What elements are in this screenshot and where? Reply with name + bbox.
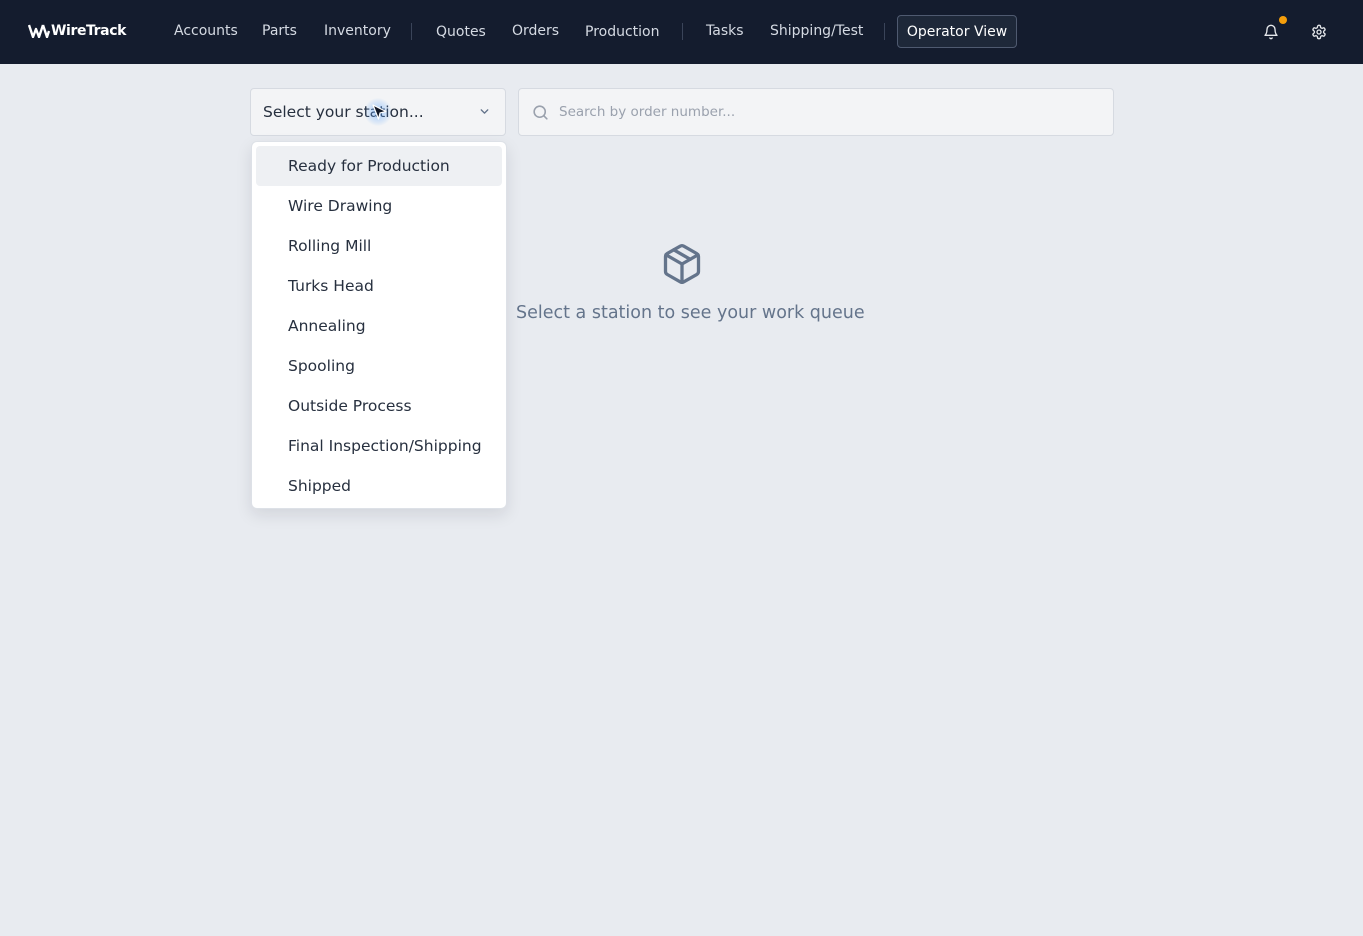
station-option-spooling[interactable]: Spooling <box>256 346 502 386</box>
station-option-ready-for-production[interactable]: Ready for Production <box>256 146 502 186</box>
app-name: WireTrack <box>51 23 127 39</box>
top-navbar: WireTrack Accounts Parts Inventory Quote… <box>0 0 1363 64</box>
station-option-wire-drawing[interactable]: Wire Drawing <box>256 186 502 226</box>
station-option-outside-process[interactable]: Outside Process <box>256 386 502 426</box>
order-search-box[interactable] <box>518 88 1114 136</box>
wiretrack-logo-icon <box>28 24 50 38</box>
bell-icon <box>1264 24 1278 40</box>
notification-badge <box>1279 16 1287 24</box>
notifications-button[interactable] <box>1260 21 1282 43</box>
package-icon <box>663 244 701 284</box>
nav-inventory[interactable]: Inventory <box>324 21 391 41</box>
nav-divider <box>884 23 885 40</box>
search-icon <box>533 105 548 120</box>
mouse-cursor-icon <box>372 104 387 120</box>
station-dropdown-menu: Ready for Production Wire Drawing Rollin… <box>251 141 507 509</box>
settings-button[interactable] <box>1308 21 1330 43</box>
empty-state-icon <box>660 241 704 291</box>
nav-tasks[interactable]: Tasks <box>706 21 744 41</box>
nav-quotes[interactable]: Quotes <box>436 22 486 42</box>
nav-accounts[interactable]: Accounts <box>174 21 238 41</box>
station-option-final-inspection-shipping[interactable]: Final Inspection/Shipping <box>256 426 502 466</box>
empty-state-message: Select a station to see your work queue <box>516 303 865 323</box>
order-search-input[interactable] <box>559 89 1099 135</box>
nav-parts[interactable]: Parts <box>262 21 297 41</box>
station-option-annealing[interactable]: Annealing <box>256 306 502 346</box>
nav-divider <box>411 23 412 40</box>
app-logo[interactable]: WireTrack <box>28 21 126 41</box>
operator-view-button[interactable]: Operator View <box>897 15 1017 48</box>
nav-orders[interactable]: Orders <box>512 21 559 41</box>
gear-icon <box>1312 24 1326 40</box>
nav-divider <box>682 23 683 40</box>
nav-shipping-test[interactable]: Shipping/Test <box>770 21 863 41</box>
station-option-shipped[interactable]: Shipped <box>256 466 502 506</box>
nav-production[interactable]: Production <box>585 22 659 42</box>
station-option-rolling-mill[interactable]: Rolling Mill <box>256 226 502 266</box>
station-select-placeholder: Select your station... <box>263 103 424 121</box>
station-option-turks-head[interactable]: Turks Head <box>256 266 502 306</box>
chevron-down-icon <box>480 109 489 114</box>
